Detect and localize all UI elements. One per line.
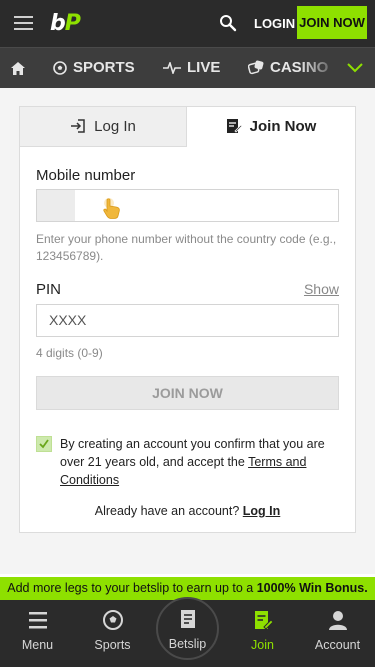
edit-form-icon xyxy=(226,118,243,133)
mobile-number-label: Mobile number xyxy=(36,167,136,184)
phone-hint: Enter your phone number without the coun… xyxy=(36,232,337,263)
search-icon[interactable] xyxy=(219,14,237,32)
edit-form-icon xyxy=(255,611,274,630)
login-icon xyxy=(71,118,85,133)
mobile-number-input[interactable] xyxy=(36,189,339,222)
nav-sports[interactable]: SPORTS xyxy=(53,48,135,88)
pin-input[interactable]: XXXX xyxy=(36,304,339,337)
pulse-icon xyxy=(163,62,181,75)
hamburger-menu-icon[interactable] xyxy=(14,16,33,30)
country-code-segment[interactable] xyxy=(37,190,75,221)
auth-tabs: Log In Join Now xyxy=(20,107,355,147)
nav-more-button[interactable] xyxy=(339,48,375,88)
pin-hint: 4 digits (0-9) xyxy=(36,346,103,360)
nav-live[interactable]: LIVE xyxy=(163,48,220,88)
user-icon xyxy=(329,611,347,630)
tab-login[interactable]: Log In xyxy=(20,107,187,147)
bottom-nav-sports[interactable]: Sports xyxy=(75,600,150,667)
brand-logo[interactable]: bP xyxy=(50,11,81,36)
menu-icon xyxy=(29,612,47,629)
chevron-down-icon xyxy=(347,63,363,73)
bottom-nav-menu[interactable]: Menu xyxy=(0,600,75,667)
soccer-ball-icon xyxy=(103,610,123,630)
pin-label: PIN xyxy=(36,281,62,298)
show-pin-link[interactable]: Show xyxy=(304,281,339,297)
auth-card: Log In Join Now Mobile number Enter your… xyxy=(19,106,356,533)
bottom-nav-account[interactable]: Account xyxy=(300,600,375,667)
join-now-header-button[interactable]: JOIN NOW xyxy=(297,6,367,39)
pointer-hand-icon xyxy=(103,198,120,219)
top-header: bP LOGIN JOIN NOW xyxy=(0,0,375,47)
join-now-submit-button[interactable]: JOIN NOW xyxy=(36,376,339,410)
consent-text: By creating an account you confirm that … xyxy=(60,437,325,487)
nav-home[interactable] xyxy=(11,48,27,88)
bottom-nav-betslip[interactable]: Betslip xyxy=(156,597,219,660)
login-bottom-link[interactable]: Log In xyxy=(243,504,281,518)
bottom-nav-join[interactable]: Join xyxy=(225,600,300,667)
sports-nav: SPORTS LIVE CASINO xyxy=(0,47,375,88)
soccer-ball-icon xyxy=(53,61,67,75)
home-icon xyxy=(11,62,25,75)
tab-join[interactable]: Join Now xyxy=(187,107,355,147)
already-have-account: Already have an account? Log In xyxy=(94,504,281,518)
terms-checkbox[interactable] xyxy=(36,436,52,452)
betslip-icon xyxy=(181,610,195,628)
dice-icon xyxy=(248,60,264,75)
checkmark-icon xyxy=(39,439,49,449)
login-link[interactable]: LOGIN xyxy=(254,16,295,31)
